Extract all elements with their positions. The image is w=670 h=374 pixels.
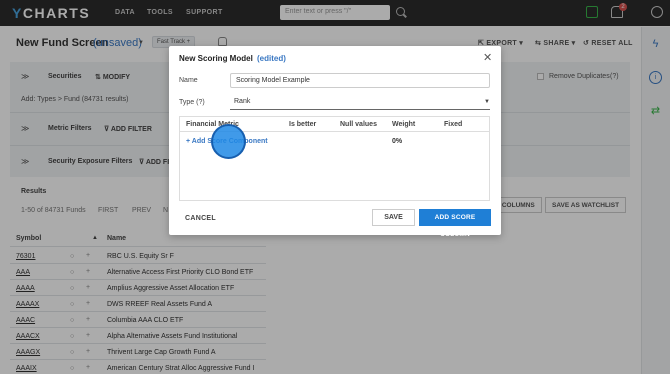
is-better-header: Is better xyxy=(289,121,317,128)
close-icon[interactable]: ✕ xyxy=(483,51,492,64)
null-values-header: Null values xyxy=(340,121,377,128)
name-field-label: Name xyxy=(179,77,198,84)
add-score-column-button[interactable]: ADD SCORE COLUMN xyxy=(419,209,491,238)
cancel-button[interactable]: CANCEL xyxy=(185,215,216,222)
dialog-title: New Scoring Model xyxy=(179,54,253,63)
click-indicator xyxy=(211,124,246,159)
save-button[interactable]: SAVE xyxy=(372,209,415,226)
type-field-label: Type (?) xyxy=(179,99,205,106)
total-weight-value: 0% xyxy=(392,138,403,145)
fixed-header: Fixed xyxy=(444,121,463,128)
model-name-input[interactable]: Scoring Model Example xyxy=(230,73,490,88)
chevron-down-icon[interactable]: ▼ xyxy=(484,99,490,105)
type-help-link[interactable]: (?) xyxy=(196,99,205,106)
weight-header: Weight xyxy=(392,121,416,128)
type-label-text: Type xyxy=(179,99,195,106)
type-select[interactable]: Rank xyxy=(230,94,490,110)
edited-indicator: (edited) xyxy=(257,54,286,63)
